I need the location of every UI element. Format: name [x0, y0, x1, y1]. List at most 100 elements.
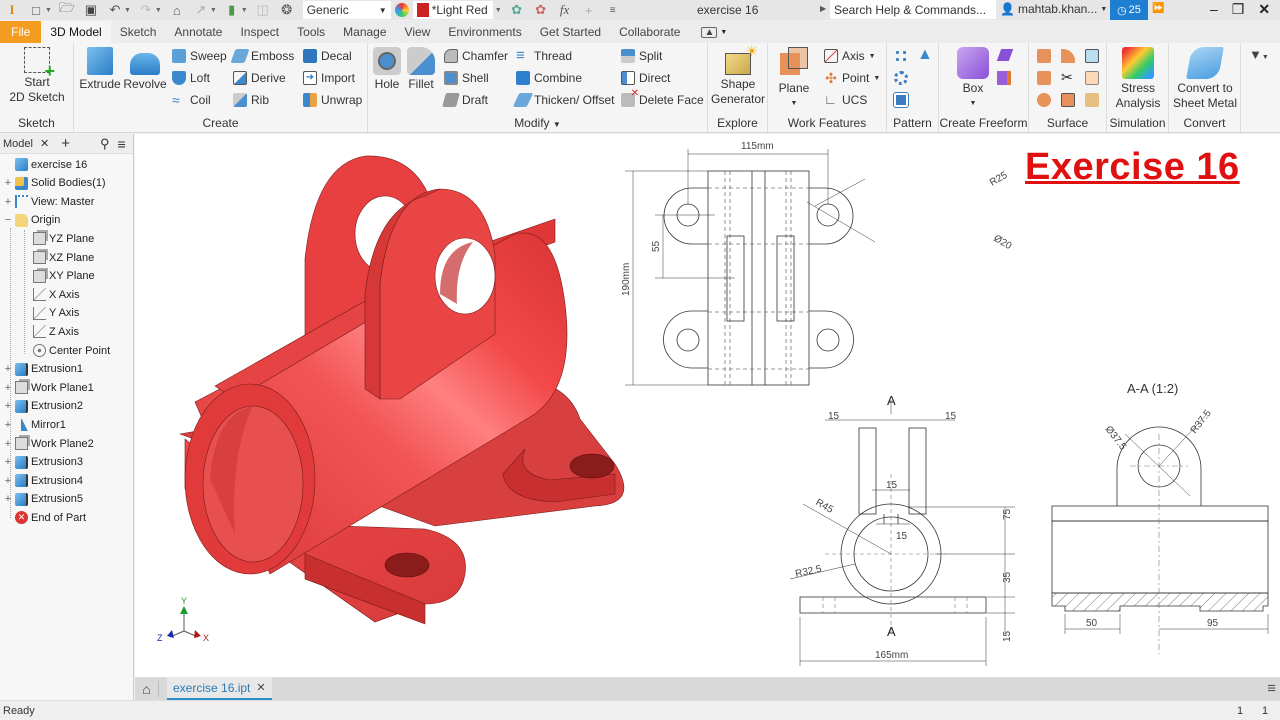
- tree-item-extrusion5[interactable]: + Extrusion5: [4, 492, 83, 506]
- tree-item-xz-plane[interactable]: XZ Plane: [22, 251, 94, 264]
- chamfer-button[interactable]: Chamfer: [444, 49, 508, 63]
- convert-sheet-metal-button[interactable]: Convert to Sheet Metal: [1171, 47, 1239, 111]
- thicken-surface-icon[interactable]: [1061, 93, 1075, 107]
- tab-view[interactable]: View: [396, 21, 440, 43]
- shape-generator-button[interactable]: ☀ Shape Generator: [710, 44, 766, 107]
- measure-icon[interactable]: ◫: [255, 2, 271, 18]
- hole-button[interactable]: Hole: [370, 47, 404, 92]
- patch-icon[interactable]: [1061, 49, 1075, 63]
- trial-clock-badge[interactable]: ◷ 25: [1110, 0, 1148, 20]
- close-icon[interactable]: ✕: [1258, 1, 1270, 18]
- replace-face-icon[interactable]: [1085, 93, 1099, 107]
- clear-appearance-icon[interactable]: ✿: [533, 2, 549, 18]
- derive-button[interactable]: Derive: [233, 71, 286, 85]
- coil-button[interactable]: ≈ Coil: [172, 93, 211, 107]
- expand-toggle-icon[interactable]: +: [4, 196, 12, 208]
- expand-toggle-icon[interactable]: +: [4, 363, 12, 375]
- convert-freeform-icon[interactable]: [997, 71, 1011, 85]
- doc-tab-exercise-16[interactable]: exercise 16.ipt ✕: [167, 677, 272, 700]
- rib-button[interactable]: Rib: [233, 93, 269, 107]
- tab-inspect[interactable]: Inspect: [231, 21, 288, 43]
- decal-button[interactable]: Decal: [303, 49, 352, 63]
- unwrap-button[interactable]: Unwrap: [303, 93, 362, 107]
- box-button[interactable]: Box ▼: [953, 47, 993, 111]
- ruled-surface-icon[interactable]: [1037, 93, 1051, 107]
- add-browser-icon[interactable]: +: [61, 135, 70, 152]
- tree-item-extrusion4[interactable]: + Extrusion4: [4, 474, 83, 488]
- doc-tabs-menu-icon[interactable]: ≡: [1267, 680, 1276, 697]
- tree-item-end-of-part[interactable]: ✕ End of Part: [4, 511, 86, 525]
- expand-toggle-icon[interactable]: +: [4, 493, 12, 505]
- split-button[interactable]: Split: [621, 49, 662, 63]
- tab-tools[interactable]: Tools: [288, 21, 334, 43]
- tab-collaborate[interactable]: Collaborate: [610, 21, 689, 43]
- search-help-input[interactable]: Search Help & Commands...: [830, 0, 996, 19]
- tree-item-center-point[interactable]: Center Point: [22, 344, 110, 357]
- sculpt-icon[interactable]: [1085, 49, 1099, 63]
- tab-get-started[interactable]: Get Started: [531, 21, 610, 43]
- thicken-offset-button[interactable]: Thicken/ Offset: [512, 93, 614, 107]
- adjust-appearance-icon[interactable]: ✿: [509, 2, 525, 18]
- customize-icon[interactable]: ≡: [605, 2, 621, 18]
- trim-icon[interactable]: ✂: [1061, 69, 1073, 86]
- panel-label-modify[interactable]: Modify ▼: [368, 116, 707, 130]
- parameters-fx-icon[interactable]: fx: [557, 2, 573, 18]
- save-icon[interactable]: ▣: [83, 2, 99, 18]
- tree-item-extrusion2[interactable]: + Extrusion2: [4, 399, 83, 413]
- view-triad[interactable]: Y Z X: [157, 596, 209, 643]
- new-file-icon[interactable]: □: [28, 2, 44, 18]
- draft-button[interactable]: Draft: [442, 93, 488, 107]
- user-account[interactable]: 👤 mahtab.khan... ▼: [1000, 2, 1107, 16]
- tab-sketch[interactable]: Sketch: [111, 21, 166, 43]
- more-icon[interactable]: ⏩: [1152, 3, 1164, 14]
- emboss-button[interactable]: Emboss: [230, 49, 294, 63]
- expand-toggle-icon[interactable]: +: [4, 400, 12, 412]
- browser-menu-icon[interactable]: ≡: [117, 136, 125, 152]
- tab-environments[interactable]: Environments: [439, 21, 530, 43]
- axis-button[interactable]: Axis ▼: [824, 49, 876, 63]
- material-ball-icon[interactable]: ❂: [279, 2, 295, 18]
- combine-button[interactable]: Combine: [516, 71, 582, 85]
- update-icon[interactable]: ▮: [224, 2, 240, 18]
- direct-button[interactable]: Direct: [621, 71, 670, 85]
- close-browser-icon[interactable]: ✕: [40, 137, 49, 150]
- open-folder-icon[interactable]: 🗁: [59, 0, 75, 18]
- plane-button[interactable]: Plane ▼: [774, 47, 814, 111]
- ribbon-toggle-icon[interactable]: ▲: [701, 26, 718, 38]
- extend-icon[interactable]: [1085, 71, 1099, 85]
- thread-button[interactable]: ≡ Thread: [516, 48, 572, 63]
- home-tab-icon[interactable]: ⌂: [135, 680, 159, 697]
- circular-pattern-icon[interactable]: [894, 71, 908, 85]
- add-icon[interactable]: +: [581, 2, 597, 18]
- tab-manage[interactable]: Manage: [334, 21, 395, 43]
- redo-icon[interactable]: ↷: [138, 2, 154, 18]
- tree-item-yz-plane[interactable]: YZ Plane: [22, 232, 94, 246]
- tree-item-origin[interactable]: − Origin: [4, 213, 60, 227]
- browser-search-icon[interactable]: ⚲: [100, 136, 110, 152]
- tree-item-mirror1[interactable]: + Mirror1: [4, 418, 66, 432]
- stress-analysis-button[interactable]: Stress Analysis: [1109, 47, 1167, 111]
- tab-3d-model[interactable]: 3D Model: [41, 21, 111, 43]
- tree-item-view-master[interactable]: + View: Master: [4, 195, 94, 209]
- expand-toggle-icon[interactable]: +: [4, 382, 12, 394]
- freeform-face-icon[interactable]: [996, 49, 1014, 61]
- loft-button[interactable]: Loft: [172, 71, 210, 85]
- material-dropdown[interactable]: Generic ▼: [302, 1, 391, 19]
- tree-item-xy-plane[interactable]: XY Plane: [22, 269, 95, 283]
- expand-toggle-icon[interactable]: +: [4, 438, 12, 450]
- revolve-button[interactable]: Revolve: [122, 47, 168, 92]
- tab-annotate[interactable]: Annotate: [165, 21, 231, 43]
- tree-item-solid-bodies[interactable]: + Solid Bodies(1): [4, 176, 106, 190]
- boundary-patch-icon[interactable]: [1037, 71, 1051, 85]
- tree-item-y-axis[interactable]: Y Axis: [22, 306, 79, 320]
- expand-toggle-icon[interactable]: +: [4, 456, 12, 468]
- expand-toggle-icon[interactable]: +: [4, 419, 12, 431]
- extrude-button[interactable]: Extrude: [78, 47, 122, 92]
- restore-icon[interactable]: ❐: [1232, 1, 1245, 18]
- rectangular-pattern-icon[interactable]: [894, 49, 908, 63]
- tree-item-part[interactable]: exercise 16: [4, 158, 87, 171]
- start-2d-sketch-button[interactable]: + Start 2D Sketch: [6, 47, 68, 105]
- tab-file[interactable]: File: [0, 21, 42, 43]
- expand-toggle-icon[interactable]: +: [4, 475, 12, 487]
- 3d-part-model[interactable]: [178, 155, 625, 625]
